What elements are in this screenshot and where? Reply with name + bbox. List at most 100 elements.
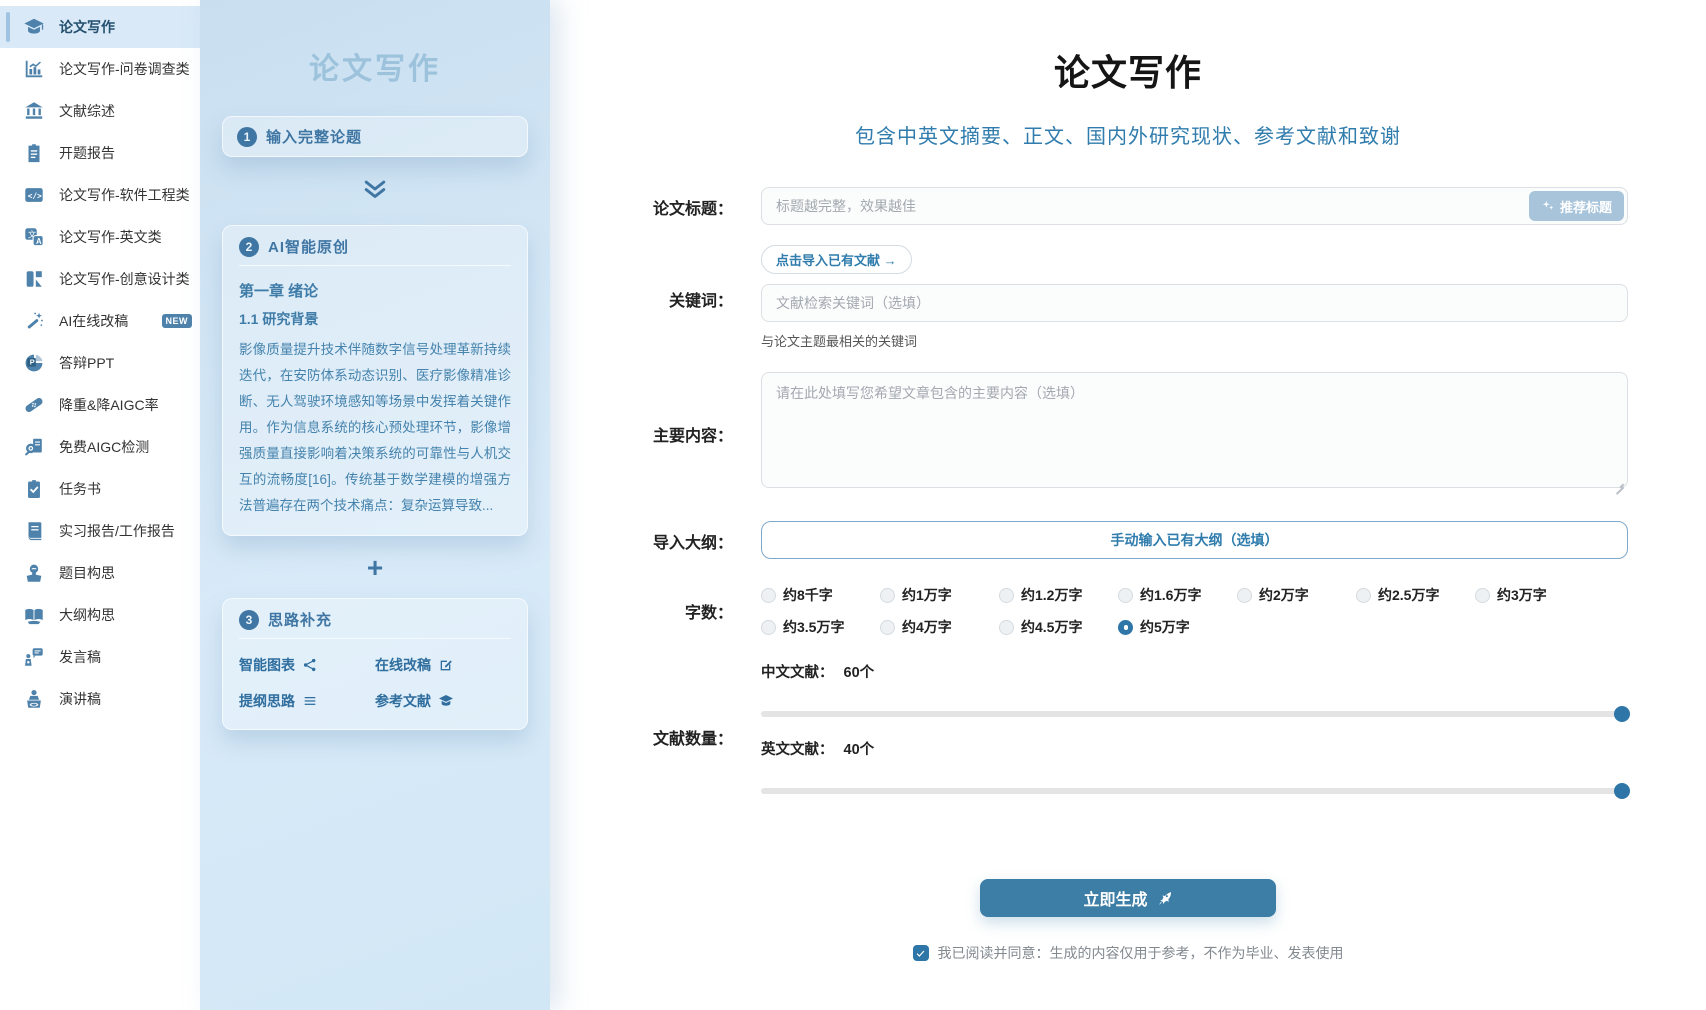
radio-selected-icon [1118, 620, 1133, 635]
sidebar-item-literature-review[interactable]: 文献综述 [0, 90, 200, 132]
sidebar-item-questionnaire[interactable]: 论文写作-问卷调查类 [0, 48, 200, 90]
sidebar-item-label: 论文写作 [59, 17, 115, 37]
sidebar-item-english[interactable]: 文A 论文写作-英文类 [0, 216, 200, 258]
wordcount-option-12k[interactable]: 约1.2万字 [999, 585, 1118, 605]
sidebar-item-topic-ideation[interactable]: 题目构思 [0, 552, 200, 594]
wordcount-option-25k[interactable]: 约2.5万字 [1356, 585, 1475, 605]
rocket-icon [1156, 890, 1173, 907]
paper-title-input[interactable] [761, 187, 1628, 225]
svg-text:</>: </> [28, 191, 42, 200]
sidebar-item-speech-draft[interactable]: 发言稿 [0, 636, 200, 678]
generate-button[interactable]: 立即生成 [980, 879, 1276, 917]
word-count-label: 字数： [628, 585, 733, 649]
graduation-cap-icon [438, 693, 454, 709]
sidebar-item-outline-ideation[interactable]: 大纲构思 [0, 594, 200, 636]
step2-number: 2 [239, 237, 259, 257]
row-reference-count: 文献数量： 中文文献： 60个 英文文献： 40个 [628, 661, 1628, 813]
sidebar-item-label: 论文写作-软件工程类 [59, 185, 190, 205]
resize-grip-icon[interactable] [1614, 477, 1624, 487]
ppt-icon: P [22, 351, 46, 375]
sidebar-item-free-aigc-detect[interactable]: 免费AIGC检测 [0, 426, 200, 468]
link-references[interactable]: 参考文献 [375, 691, 511, 711]
sidebar-item-reduce-aigc-rate[interactable]: 降重&降AIGC率 [0, 384, 200, 426]
step2-label: AI智能原创 [268, 236, 349, 257]
radio-icon [999, 620, 1014, 635]
row-word-count: 字数： 约8千字 约1万字 约1.2万字 约1.6万字 约2万字 约2.5万字 … [628, 585, 1628, 649]
row-paper-title: 论文标题： 推荐标题 [628, 187, 1628, 225]
cn-refs-value: 60个 [844, 661, 875, 682]
wordcount-option-10k[interactable]: 约1万字 [880, 585, 999, 605]
sidebar-item-label: 论文写作-问卷调查类 [59, 59, 190, 79]
slider-track[interactable] [761, 711, 1628, 717]
agreement-row: 我已阅读并同意：生成的内容仅用于参考，不作为毕业、发表使用 [628, 943, 1628, 963]
page-subtitle: 包含中英文摘要、正文、国内外研究现状、参考文献和致谢 [628, 120, 1628, 149]
sidebar-item-label: 大纲构思 [59, 605, 115, 625]
wordcount-option-50k-selected[interactable]: 约5万字 [1118, 617, 1237, 637]
sidebar-item-label: 演讲稿 [59, 689, 101, 709]
radio-icon [999, 588, 1014, 603]
edit-pen-icon [438, 657, 454, 673]
en-refs-label: 英文文献： [761, 738, 834, 759]
list-icon [302, 693, 318, 709]
import-references-button[interactable]: 点击导入已有文献 → [761, 245, 912, 274]
preview-panel: 论文写作 1 输入完整论题 2 AI智能原创 第一章 绪论 1.1 研究背景 影… [200, 0, 550, 1010]
sidebar-item-lecture-draft[interactable]: 演讲稿 [0, 678, 200, 720]
slider-handle[interactable] [1614, 783, 1630, 799]
radio-icon [880, 620, 895, 635]
slider-track[interactable] [761, 788, 1628, 794]
recommend-title-label: 推荐标题 [1560, 197, 1612, 216]
en-refs-value: 40个 [844, 738, 875, 759]
sparkles-icon [1541, 199, 1555, 213]
sidebar-item-proposal-report[interactable]: 开题报告 [0, 132, 200, 174]
link-online-revision[interactable]: 在线改稿 [375, 655, 511, 675]
keywords-input[interactable] [761, 284, 1628, 322]
sidebar-item-paper-writing[interactable]: 论文写作 [0, 6, 200, 48]
link-label: 提纲思路 [239, 691, 295, 711]
translate-icon: 文A [22, 225, 46, 249]
wordcount-option-8k[interactable]: 约8千字 [761, 585, 880, 605]
link-label: 参考文献 [375, 691, 431, 711]
sidebar-item-creative-design[interactable]: 论文写作-创意设计类 [0, 258, 200, 300]
recommend-title-button[interactable]: 推荐标题 [1529, 191, 1624, 221]
wordcount-option-16k[interactable]: 约1.6万字 [1118, 585, 1237, 605]
agreement-checkbox[interactable] [913, 945, 929, 961]
wordcount-option-30k[interactable]: 约3万字 [1475, 585, 1594, 605]
wordcount-option-45k[interactable]: 约4.5万字 [999, 617, 1118, 637]
main-content-textarea[interactable] [761, 372, 1628, 488]
notebook-icon [22, 519, 46, 543]
paper-title-label: 论文标题： [628, 187, 733, 225]
en-refs-meta: 英文文献： 40个 [761, 738, 1628, 759]
slider-handle[interactable] [1614, 706, 1630, 722]
row-keywords: 关键词： 点击导入已有文献 → 与论文主题最相关的关键词 [628, 225, 1628, 350]
sidebar-item-label: 任务书 [59, 479, 101, 499]
sidebar-item-ai-online-revision[interactable]: AI在线改稿 NEW [0, 300, 200, 342]
sidebar-item-label: 免费AIGC检测 [59, 437, 149, 457]
sidebar-item-label: 发言稿 [59, 647, 101, 667]
step1-number: 1 [237, 127, 257, 147]
sidebar-item-internship-report[interactable]: 实习报告/工作报告 [0, 510, 200, 552]
sidebar-item-label: 答辩PPT [59, 353, 114, 373]
manual-outline-button[interactable]: 手动输入已有大纲（选填） [761, 521, 1628, 559]
preview-chapter-heading: 第一章 绪论 [239, 280, 511, 301]
keywords-label: 关键词： [628, 225, 733, 350]
cn-refs-slider[interactable] [761, 706, 1628, 722]
keywords-hint: 与论文主题最相关的关键词 [761, 331, 1628, 350]
bar-chart-icon [22, 57, 46, 81]
wordcount-option-20k[interactable]: 约2万字 [1237, 585, 1356, 605]
sidebar-item-label: 题目构思 [59, 563, 115, 583]
sidebar-item-defense-ppt[interactable]: P 答辩PPT [0, 342, 200, 384]
cn-refs-meta: 中文文献： 60个 [761, 661, 1628, 682]
cn-refs-label: 中文文献： [761, 661, 834, 682]
sidebar-item-task-book[interactable]: 任务书 [0, 468, 200, 510]
wordcount-option-35k[interactable]: 约3.5万字 [761, 617, 880, 637]
sidebar-item-software-engineering[interactable]: </> 论文写作-软件工程类 [0, 174, 200, 216]
radio-icon [1356, 588, 1371, 603]
link-outline-ideas[interactable]: 提纲思路 [239, 691, 375, 711]
en-refs-slider[interactable] [761, 783, 1628, 799]
sidebar-item-label: 文献综述 [59, 101, 115, 121]
wordcount-option-40k[interactable]: 约4万字 [880, 617, 999, 637]
svg-text:A: A [36, 237, 42, 246]
sidebar-item-label: AI在线改稿 [59, 311, 128, 331]
svg-text:P: P [30, 358, 35, 367]
link-smart-charts[interactable]: 智能图表 [239, 655, 375, 675]
